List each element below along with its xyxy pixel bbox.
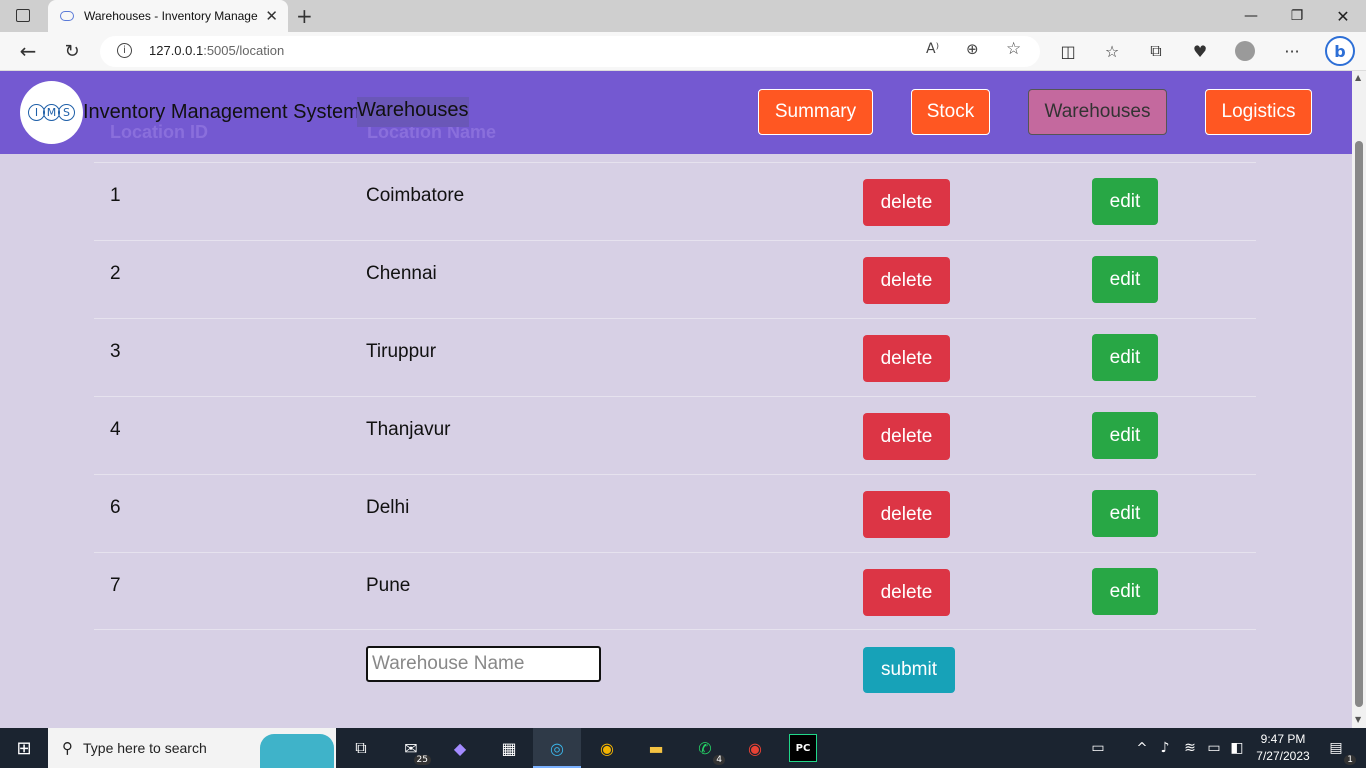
scroll-up-icon[interactable]: ▲	[1355, 73, 1361, 82]
task-view-icon[interactable]: ⧉	[347, 734, 375, 762]
edit-button[interactable]: edit	[1092, 178, 1158, 225]
location-id-cell: 3	[110, 341, 121, 362]
edit-button[interactable]: edit	[1092, 256, 1158, 303]
browser-tab-strip: Warehouses - Inventory Manage ✕ + — ❐ ✕	[0, 0, 1366, 32]
table-row: 4 Thanjavur delete edit	[94, 396, 1256, 474]
location-name-cell: Chennai	[366, 263, 437, 284]
warehouse-name-input[interactable]	[366, 646, 601, 682]
new-tab-icon[interactable]: +	[296, 4, 313, 28]
location-name-cell: Tiruppur	[366, 341, 437, 362]
nav-warehouses-button[interactable]: Warehouses	[1028, 89, 1167, 135]
table-row: 6 Delhi delete edit	[94, 474, 1256, 552]
location-id-cell: 6	[110, 497, 121, 518]
nav-stock-button[interactable]: Stock	[911, 89, 990, 135]
pycharm-icon[interactable]: PC	[789, 734, 817, 762]
column-header-location-id: Location ID	[110, 122, 208, 142]
close-tab-icon[interactable]: ✕	[265, 7, 278, 25]
copilot-app-icon[interactable]: ◆	[446, 734, 474, 762]
notification-icon[interactable]: ▤ 1	[1322, 734, 1356, 765]
location-id-cell: 7	[110, 575, 121, 596]
chrome-icon[interactable]: ◉	[593, 734, 621, 762]
delete-button[interactable]: delete	[863, 179, 950, 226]
address-bar[interactable]: i 127.0.0.1:5005/location A⁾ ⊕ ☆	[100, 36, 1040, 67]
notification-badge: 1	[1344, 755, 1356, 765]
zoom-icon[interactable]: ⊕	[966, 40, 979, 58]
edit-button[interactable]: edit	[1092, 568, 1158, 615]
input-indicator-icon[interactable]: ▭	[1084, 734, 1112, 762]
logo-letter: S	[58, 104, 75, 121]
table-row: 1 Coimbatore delete edit	[94, 162, 1256, 240]
profile-avatar[interactable]	[1234, 40, 1256, 62]
browser-tab[interactable]: Warehouses - Inventory Manage ✕	[48, 0, 288, 32]
edge-icon[interactable]: ◎	[543, 734, 571, 762]
favicon-icon	[60, 11, 74, 21]
taskbar-search-placeholder: Type here to search	[83, 740, 207, 756]
location-id-cell: 2	[110, 263, 121, 284]
delete-button[interactable]: delete	[863, 335, 950, 382]
favorite-star-icon[interactable]: ☆	[1006, 39, 1021, 59]
tab-title: Warehouses - Inventory Manage	[84, 9, 258, 23]
nav-summary-button[interactable]: Summary	[758, 89, 873, 135]
mail-icon[interactable]: ✉ 25	[397, 734, 431, 765]
table-row: 7 Pune delete edit	[94, 552, 1256, 630]
chrome-profile-icon[interactable]: ◉	[741, 734, 769, 762]
windows-start-icon[interactable]: ⊞	[10, 734, 38, 762]
scrollbar-thumb[interactable]	[1355, 141, 1363, 707]
delete-button[interactable]: delete	[863, 257, 950, 304]
meet-now-icon[interactable]: ◧	[1223, 734, 1251, 762]
submit-button[interactable]: submit	[863, 647, 955, 693]
tab-actions-icon[interactable]	[16, 9, 30, 22]
minimize-icon[interactable]: —	[1228, 0, 1274, 32]
delete-button[interactable]: delete	[863, 491, 950, 538]
file-explorer-icon[interactable]: ▬	[642, 734, 670, 762]
edit-button[interactable]: edit	[1092, 334, 1158, 381]
page-title: Warehouses	[357, 97, 469, 127]
table-row: 3 Tiruppur delete edit	[94, 318, 1256, 396]
search-icon: ⚲	[62, 739, 73, 757]
app-header: Location ID Location Name I M S Inventor…	[0, 71, 1352, 154]
mail-badge: 25	[413, 755, 431, 765]
scroll-down-icon[interactable]: ▼	[1355, 715, 1361, 724]
location-name-cell: Delhi	[366, 497, 410, 518]
collections-icon[interactable]: ⧉	[1145, 40, 1167, 62]
refresh-icon[interactable]: ↻	[61, 40, 83, 62]
more-icon[interactable]: ···	[1281, 40, 1303, 62]
nav-logistics-button[interactable]: Logistics	[1205, 89, 1312, 135]
location-id-cell: 4	[110, 419, 121, 440]
edit-button[interactable]: edit	[1092, 490, 1158, 537]
brand-title: Inventory Management System	[83, 101, 360, 123]
url-text: 127.0.0.1:5005/location	[149, 43, 285, 58]
location-name-cell: Thanjavur	[366, 419, 451, 440]
location-name-cell: Coimbatore	[366, 185, 465, 206]
delete-button[interactable]: delete	[863, 569, 950, 616]
system-clock[interactable]: 9:47 PM 7/27/2023	[1248, 731, 1318, 765]
windows-taskbar: ⊞ ⚲ Type here to search ⧉ ✉ 25 ◆ ▦ ◎ ◉ ▬ …	[0, 728, 1366, 768]
volume-icon[interactable]: ♪	[1151, 734, 1179, 762]
taskbar-search[interactable]: ⚲ Type here to search	[48, 728, 336, 768]
restore-icon[interactable]: ❐	[1274, 0, 1320, 32]
whatsapp-badge: 4	[713, 755, 725, 765]
location-id-cell: 1	[110, 185, 121, 206]
site-info-icon[interactable]: i	[117, 43, 132, 58]
delete-button[interactable]: delete	[863, 413, 950, 460]
page-scrollbar[interactable]: ▲ ▼	[1352, 71, 1366, 728]
bing-copilot-icon[interactable]: b	[1325, 36, 1355, 66]
back-icon[interactable]: ←	[17, 39, 39, 63]
whatsapp-icon[interactable]: ✆ 4	[691, 734, 725, 765]
favorites-icon[interactable]: ☆	[1101, 40, 1123, 62]
location-name-cell: Pune	[366, 575, 411, 596]
extensions-icon[interactable]: ♥	[1189, 40, 1211, 62]
ims-logo[interactable]: I M S	[20, 81, 83, 144]
clock-date: 7/27/2023	[1256, 749, 1310, 763]
table-row: 2 Chennai delete edit	[94, 240, 1256, 318]
split-screen-icon[interactable]: ◫	[1057, 40, 1079, 62]
edit-button[interactable]: edit	[1092, 412, 1158, 459]
close-window-icon[interactable]: ✕	[1320, 0, 1366, 32]
clock-time: 9:47 PM	[1260, 732, 1306, 746]
store-icon[interactable]: ▦	[495, 734, 523, 762]
browser-toolbar: ← ↻ i 127.0.0.1:5005/location A⁾ ⊕ ☆ ◫ ☆…	[0, 32, 1366, 71]
search-highlight-image	[260, 734, 334, 768]
read-aloud-icon[interactable]: A⁾	[926, 41, 939, 57]
